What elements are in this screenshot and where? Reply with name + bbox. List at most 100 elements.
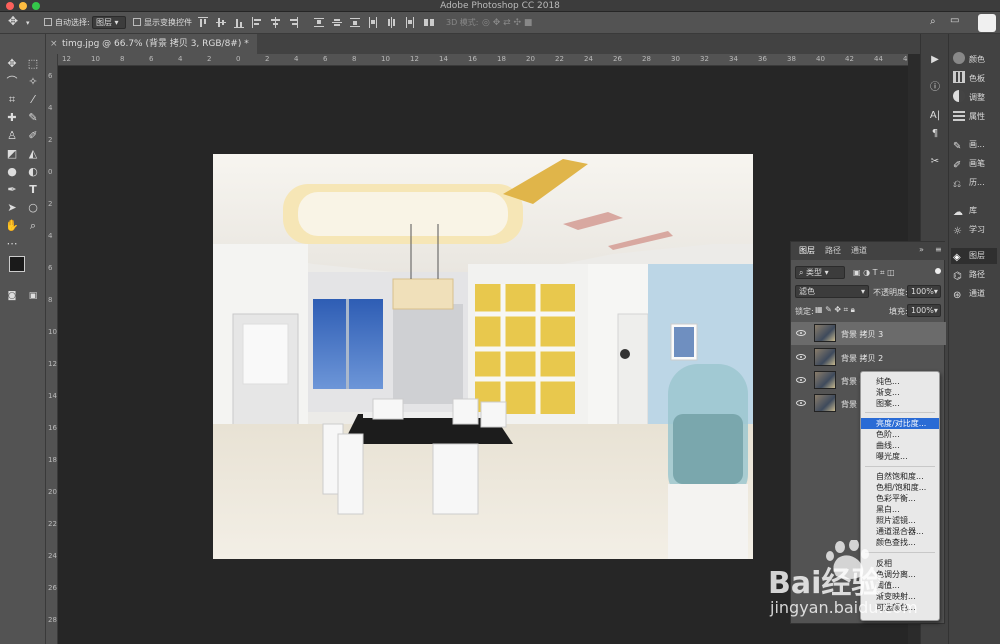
lock-icons[interactable]: ▦ ✎ ✥ ⌗ 🔒︎ (815, 305, 855, 315)
menu-item-posterize[interactable]: 色调分离... (861, 569, 939, 580)
info-icon[interactable]: ⓘ (927, 80, 943, 96)
crop-tool-icon[interactable]: ⌗ (4, 92, 20, 108)
tab-layers[interactable]: 图层 (799, 245, 815, 256)
align-right-icon[interactable] (288, 17, 298, 28)
more-tools-icon[interactable]: ⋯ (4, 236, 20, 252)
layers-panel-button[interactable]: ◈ 图层 (951, 248, 997, 264)
tab-channels[interactable]: 通道 (851, 245, 867, 256)
distribute-left-icon[interactable] (368, 17, 378, 28)
eye-icon[interactable] (796, 377, 806, 383)
dodge-tool-icon[interactable]: ◐ (25, 164, 41, 180)
panel-menu-icon[interactable]: ≡ (935, 245, 942, 254)
lasso-tool-icon[interactable]: ⌒ (4, 74, 20, 90)
layer-row[interactable]: 背景 拷贝 3 (791, 322, 946, 345)
menu-item-invert[interactable]: 反相 (861, 558, 939, 569)
character-icon[interactable]: A| (927, 108, 943, 124)
align-vcenter-icon[interactable] (216, 17, 226, 28)
type-tool-icon[interactable]: T (25, 182, 41, 198)
distribute-right-icon[interactable] (404, 17, 414, 28)
brushes-panel-button[interactable]: ✐ 画笔 (953, 156, 985, 172)
distribute-hcenter-icon[interactable] (386, 17, 396, 28)
eye-icon[interactable] (796, 400, 806, 406)
menu-item-vibrance[interactable]: 自然饱和度... (861, 471, 939, 482)
eyedropper-icon[interactable]: ⁄ (25, 92, 41, 108)
move-tool-icon[interactable]: ✥ (4, 56, 20, 72)
learn-panel-button[interactable]: ☼ 学习 (953, 222, 985, 238)
3d-tools-icon[interactable]: ◎ ✥ ⇄ ✣ ■ (482, 17, 532, 29)
libraries-panel-button[interactable]: ☁ 库 (953, 203, 977, 219)
eraser-tool-icon[interactable]: ◩ (4, 146, 20, 162)
align-left-icon[interactable] (252, 17, 262, 28)
pen-tool-icon[interactable]: ✒ (4, 182, 20, 198)
adjustments-panel-button[interactable]: 调整 (953, 90, 985, 106)
menu-item-photo-filter[interactable]: 照片滤镜... (861, 515, 939, 526)
eye-icon[interactable] (796, 330, 806, 336)
align-top-icon[interactable] (198, 17, 208, 28)
align-bottom-icon[interactable] (234, 17, 244, 28)
blur-tool-icon[interactable]: ● (4, 164, 20, 180)
collapse-icon[interactable]: » (919, 245, 924, 254)
close-tab-icon[interactable]: × (50, 34, 58, 54)
auto-select-dropdown[interactable]: 图层 ▾ (92, 16, 126, 29)
menu-item-threshold[interactable]: 阈值... (861, 580, 939, 591)
distribute-vcenter-icon[interactable] (332, 17, 342, 28)
brush-settings-panel-button[interactable]: ✎ 画... (953, 137, 985, 153)
path-select-icon[interactable]: ➤ (4, 200, 20, 216)
opacity-input[interactable]: 100%▾ (907, 285, 941, 298)
menu-item-color-lookup[interactable]: 颜色查找... (861, 537, 939, 548)
auto-select-checkbox[interactable]: 自动选择: (44, 17, 90, 29)
brush-tool-icon[interactable]: ✎ (25, 110, 41, 126)
move-tool-icon[interactable]: ✥ (8, 15, 18, 27)
healing-brush-icon[interactable]: ✚ (4, 110, 20, 126)
menu-item-channel-mixer[interactable]: 通道混合器... (861, 526, 939, 537)
fill-input[interactable]: 100%▾ (907, 304, 941, 317)
menu-item-color-balance[interactable]: 色彩平衡... (861, 493, 939, 504)
channels-panel-button[interactable]: ⊛ 通道 (953, 286, 985, 302)
history-panel-button[interactable]: ⎌ 历... (953, 175, 985, 191)
eye-icon[interactable] (796, 354, 806, 360)
properties-panel-button[interactable]: 属性 (953, 109, 985, 125)
distribute-top-icon[interactable] (314, 17, 324, 28)
menu-item-selective-color[interactable]: 可选颜色... (861, 602, 939, 613)
search-field-box[interactable] (978, 14, 996, 32)
document-tab[interactable]: × timg.jpg @ 66.7% (背景 拷贝 3, RGB/8#) * (46, 34, 257, 54)
layer-filter-dropdown[interactable]: ⌕ 类型 ▾ (795, 266, 845, 279)
filter-icons[interactable]: ▣ ◑ T ⌗ ◫ (853, 268, 895, 278)
menu-item-gradient[interactable]: 渐变... (861, 387, 939, 398)
menu-item-hue-saturation[interactable]: 色相/饱和度... (861, 482, 939, 493)
menu-item-solid-color[interactable]: 纯色... (861, 376, 939, 387)
marquee-tool-icon[interactable]: ⬚ (25, 56, 41, 72)
tab-paths[interactable]: 路径 (825, 245, 841, 256)
tool-presets-icon[interactable]: ✂ (927, 154, 943, 170)
menu-item-curves[interactable]: 曲线... (861, 440, 939, 451)
paths-panel-button[interactable]: ⌬ 路径 (953, 267, 985, 283)
color-panel-button[interactable]: 颜色 (953, 52, 985, 68)
hand-tool-icon[interactable]: ✋ (4, 218, 20, 234)
ellipse-tool-icon[interactable]: ○ (25, 200, 41, 216)
blend-mode-dropdown[interactable]: 滤色 ▾ (795, 285, 869, 298)
swatches-panel-button[interactable]: 色板 (953, 71, 985, 87)
stamp-tool-icon[interactable]: ♙ (4, 128, 20, 144)
magic-wand-icon[interactable]: ✧ (25, 74, 41, 90)
paragraph-icon[interactable]: ¶ (927, 126, 943, 142)
distribute-bottom-icon[interactable] (350, 17, 360, 28)
filter-toggle[interactable] (935, 268, 941, 274)
chevron-down-icon[interactable]: ▾ (26, 17, 30, 29)
search-icon[interactable]: ⌕ (930, 16, 936, 28)
workspace-icon[interactable]: ▭ (950, 15, 959, 27)
menu-item-exposure[interactable]: 曝光度... (861, 451, 939, 462)
auto-align-icon[interactable] (424, 17, 434, 28)
show-transform-checkbox[interactable]: 显示变换控件 (133, 17, 192, 29)
menu-item-black-white[interactable]: 黑白... (861, 504, 939, 515)
play-icon[interactable]: ▶ (927, 52, 943, 68)
document-image[interactable] (213, 154, 753, 559)
layer-row[interactable]: 背景 拷贝 2 (791, 346, 946, 369)
menu-item-pattern[interactable]: 图案... (861, 398, 939, 409)
menu-item-brightness-contrast[interactable]: 亮度/对比度... (861, 418, 939, 429)
history-brush-icon[interactable]: ✐ (25, 128, 41, 144)
menu-item-gradient-map[interactable]: 渐变映射... (861, 591, 939, 602)
paint-bucket-icon[interactable]: ◭ (25, 146, 41, 162)
zoom-tool-icon[interactable]: ⌕ (25, 218, 41, 234)
screen-mode-icon[interactable]: ▣ (25, 288, 41, 304)
align-hcenter-icon[interactable] (270, 17, 280, 28)
